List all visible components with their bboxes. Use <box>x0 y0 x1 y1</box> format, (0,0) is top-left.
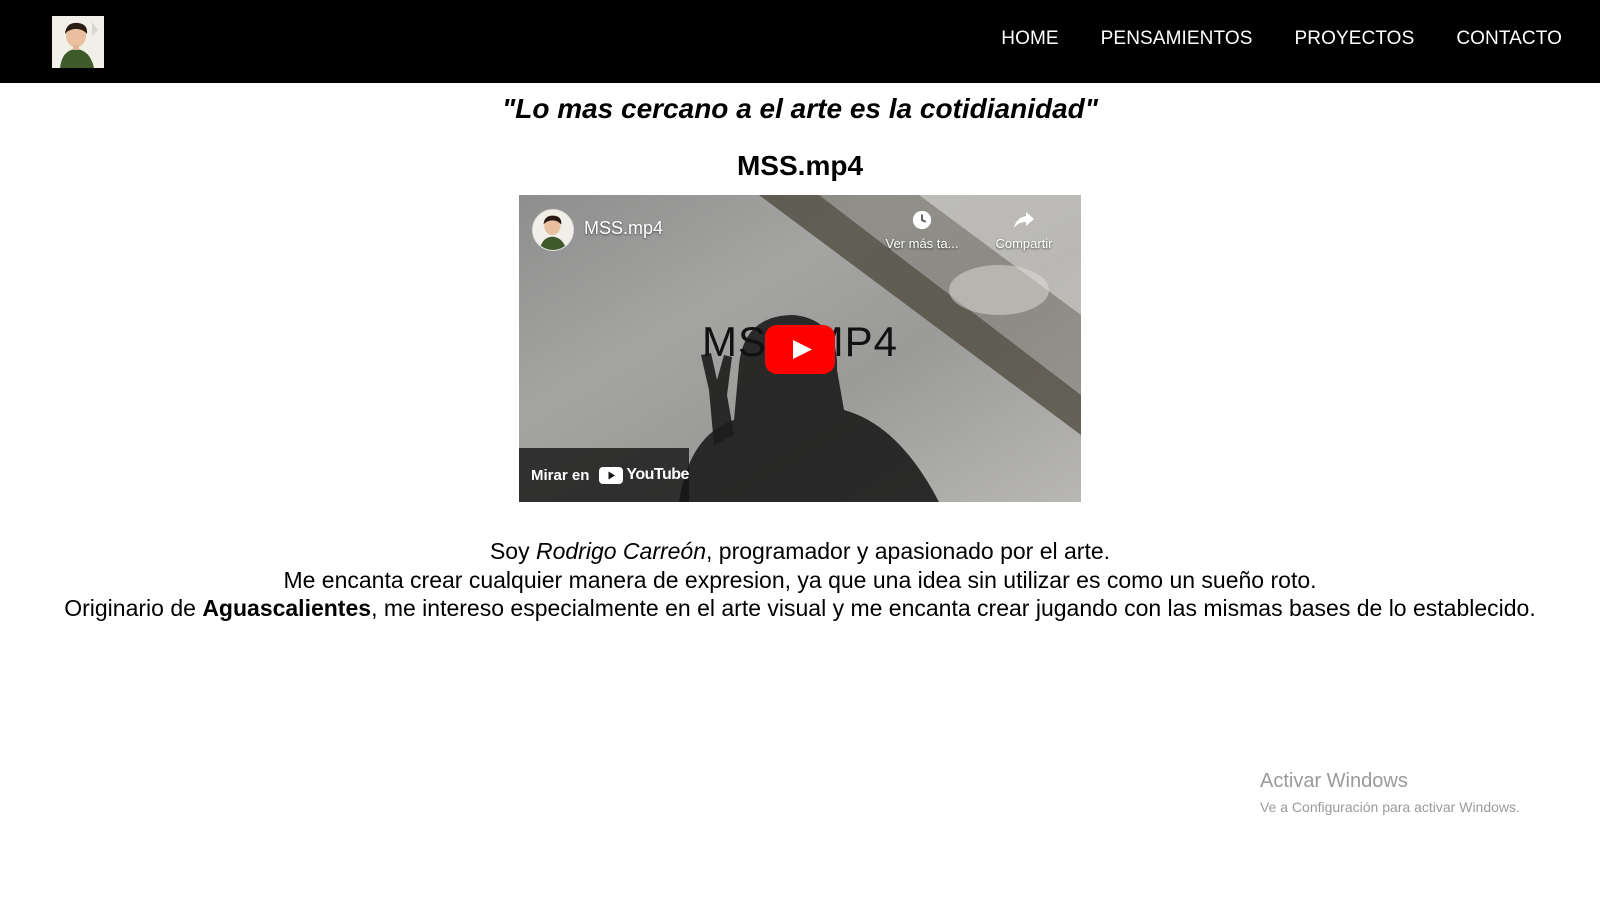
play-icon[interactable] <box>765 325 835 374</box>
watch-on-youtube-button[interactable]: Mirar en YouTube <box>519 448 689 502</box>
share-label: Compartir <box>995 236 1053 251</box>
navbar: HOME PENSAMIENTOS PROYECTOS CONTACTO <box>0 0 1600 83</box>
bio-line-3-suffix: , me intereso especialmente en el arte v… <box>371 595 1536 621</box>
page-quote: "Lo mas cercano a el arte es la cotidian… <box>501 93 1099 124</box>
video-name[interactable]: MSS.mp4 <box>584 218 663 239</box>
watch-later-label: Ver más ta... <box>885 236 959 251</box>
bio-line-3-prefix: Originario de <box>64 595 203 621</box>
youtube-logo: YouTube <box>599 466 689 484</box>
bio-line-1-prefix: Soy <box>489 538 536 564</box>
watermark-title: Activar Windows <box>1260 770 1408 792</box>
youtube-icon <box>599 466 624 484</box>
profile-portrait-icon[interactable] <box>52 16 104 68</box>
youtube-brand-text: YouTube <box>626 466 689 483</box>
bio-author-name: Rodrigo Carreón <box>535 538 707 564</box>
watch-on-label: Mirar en <box>531 466 590 484</box>
nav-contacto-link[interactable]: CONTACTO <box>1456 28 1562 50</box>
bio-line-3: Originario de Aguascalientes, me interes… <box>40 594 1560 623</box>
nav-links: HOME PENSAMIENTOS PROYECTOS CONTACTO <box>1001 28 1562 50</box>
watermark-subtitle: Ve a Configuración para activar Windows. <box>1260 799 1520 815</box>
watch-later-button[interactable]: Ver más ta... <box>877 209 967 251</box>
bio-place-name: Aguascalientes <box>202 595 372 621</box>
windows-activation-watermark: Activar Windows Ve a Configuración para … <box>1260 770 1520 815</box>
bio-text: Soy Rodrigo Carreón, programador y apasi… <box>40 537 1560 623</box>
share-arrow-icon <box>1014 212 1034 228</box>
nav-proyectos-link[interactable]: PROYECTOS <box>1294 28 1414 50</box>
nav-pensamientos-link[interactable]: PENSAMIENTOS <box>1101 28 1253 50</box>
nav-home-link[interactable]: HOME <box>1001 28 1058 50</box>
bio-line-1: Soy Rodrigo Carreón, programador y apasi… <box>40 537 1560 566</box>
bio-line-2: Me encanta crear cualquier manera de exp… <box>283 566 1317 593</box>
bio-line-1-suffix: , programador y apasionado por el arte. <box>706 538 1111 564</box>
video-player[interactable]: MSS.mp4 Ver más ta... Compartir MSS.MP4 … <box>519 195 1081 502</box>
video-section-title: MSS.mp4 <box>736 150 864 181</box>
channel-avatar-icon[interactable] <box>532 209 574 251</box>
share-button[interactable]: Compartir <box>979 209 1069 251</box>
clock-icon <box>912 210 932 230</box>
